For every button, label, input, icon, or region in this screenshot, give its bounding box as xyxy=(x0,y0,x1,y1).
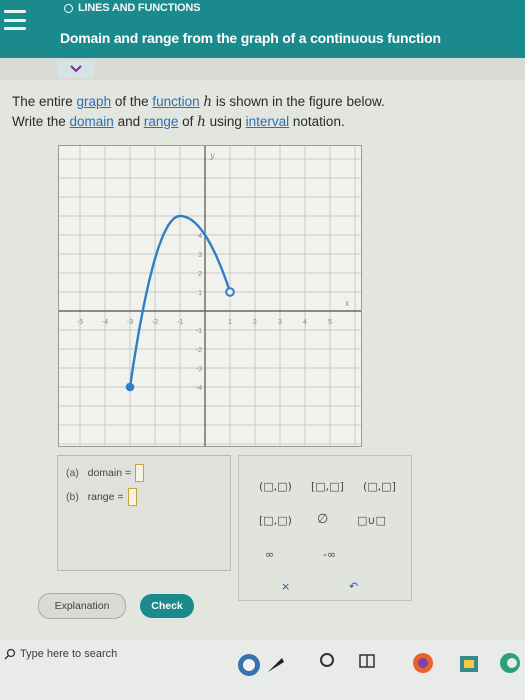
function-graph: -5 -4 -3 -2 -1 1 2 3 4 5 4 3 2 1 -1 -2 -3 -4 y x xyxy=(54,145,362,464)
key-infinity[interactable]: ∞ xyxy=(265,548,274,561)
key-closed-open[interactable]: [□,□) xyxy=(259,514,292,527)
key-empty-set[interactable]: ∅ xyxy=(317,512,328,527)
collapse-button[interactable] xyxy=(58,60,94,78)
link-interval[interactable]: interval xyxy=(246,114,290,129)
header-bar: LINES AND FUNCTIONS Domain and range fro… xyxy=(0,0,525,58)
x-tick-label: 5 xyxy=(328,319,332,326)
question-prompt: The entire graph of the function h is sh… xyxy=(12,94,385,130)
y-tick-label: -4 xyxy=(196,385,202,392)
domain-input[interactable] xyxy=(135,464,145,482)
key-neg-infinity[interactable]: -∞ xyxy=(323,548,336,561)
link-function[interactable]: function xyxy=(152,94,199,109)
clear-icon[interactable]: × xyxy=(281,580,290,593)
widgets-icon[interactable] xyxy=(358,652,376,670)
answer-box: (a) domain = (b) range = xyxy=(57,455,231,571)
link-graph[interactable]: graph xyxy=(77,94,112,109)
open-endpoint xyxy=(225,287,235,297)
range-row: (b) range = xyxy=(66,488,137,506)
task-view-icon[interactable] xyxy=(319,652,335,668)
store-icon[interactable] xyxy=(458,652,480,674)
key-open-closed[interactable]: (□,□] xyxy=(363,480,396,493)
function-name: h xyxy=(203,94,213,110)
topic-label: LINES AND FUNCTIONS xyxy=(64,2,200,14)
function-name-2: h xyxy=(197,114,206,130)
y-tick-label: -3 xyxy=(196,366,202,373)
y-tick-label: -2 xyxy=(196,347,202,354)
search-icon xyxy=(4,648,16,660)
explanation-button[interactable]: Explanation xyxy=(38,593,126,619)
taskbar: Type here to search xyxy=(0,640,525,700)
y-tick-label: 4 xyxy=(198,233,202,240)
edge-icon[interactable] xyxy=(498,652,522,674)
x-tick-label: 2 xyxy=(253,319,257,326)
chevron-down-icon xyxy=(70,65,82,73)
page-title: Domain and range from the graph of a con… xyxy=(60,30,441,46)
menu-icon[interactable] xyxy=(4,10,26,30)
x-tick-label: -4 xyxy=(102,319,108,326)
firefox-icon[interactable] xyxy=(412,652,434,674)
domain-row: (a) domain = xyxy=(66,464,145,482)
y-tick-label: -1 xyxy=(196,328,202,335)
x-tick-label: -5 xyxy=(77,319,83,326)
y-tick-label: 2 xyxy=(198,271,202,278)
y-tick-label: 3 xyxy=(198,252,202,259)
key-closed-closed[interactable]: [□,□] xyxy=(311,480,344,493)
link-domain[interactable]: domain xyxy=(70,114,114,129)
x-tick-label: 4 xyxy=(303,319,307,326)
key-open-open[interactable]: (□,□) xyxy=(259,480,292,493)
x-tick-label: 3 xyxy=(278,319,282,326)
x-tick-label: -1 xyxy=(177,319,183,326)
link-range[interactable]: range xyxy=(144,114,179,129)
undo-icon[interactable]: ↶ xyxy=(349,580,358,593)
taskbar-search[interactable]: Type here to search xyxy=(4,648,117,660)
x-tick-label: -2 xyxy=(152,319,158,326)
weather-icon[interactable] xyxy=(236,652,286,678)
topic-dot-icon xyxy=(64,3,73,13)
y-axis-label: y xyxy=(209,151,215,160)
range-input[interactable] xyxy=(127,488,137,506)
closed-endpoint xyxy=(125,382,135,392)
interval-keypad: (□,□) [□,□] (□,□] [□,□) ∅ □∪□ ∞ -∞ × ↶ xyxy=(238,455,412,601)
x-tick-label: -3 xyxy=(127,319,133,326)
y-tick-label: 1 xyxy=(198,290,202,297)
key-union[interactable]: □∪□ xyxy=(357,514,386,527)
x-tick-label: 1 xyxy=(228,319,232,326)
check-button[interactable]: Check xyxy=(140,594,194,618)
graph-canvas: -5 -4 -3 -2 -1 1 2 3 4 5 4 3 2 1 -1 -2 -3 -4 y x xyxy=(54,146,361,464)
x-axis-label: x xyxy=(345,299,350,308)
